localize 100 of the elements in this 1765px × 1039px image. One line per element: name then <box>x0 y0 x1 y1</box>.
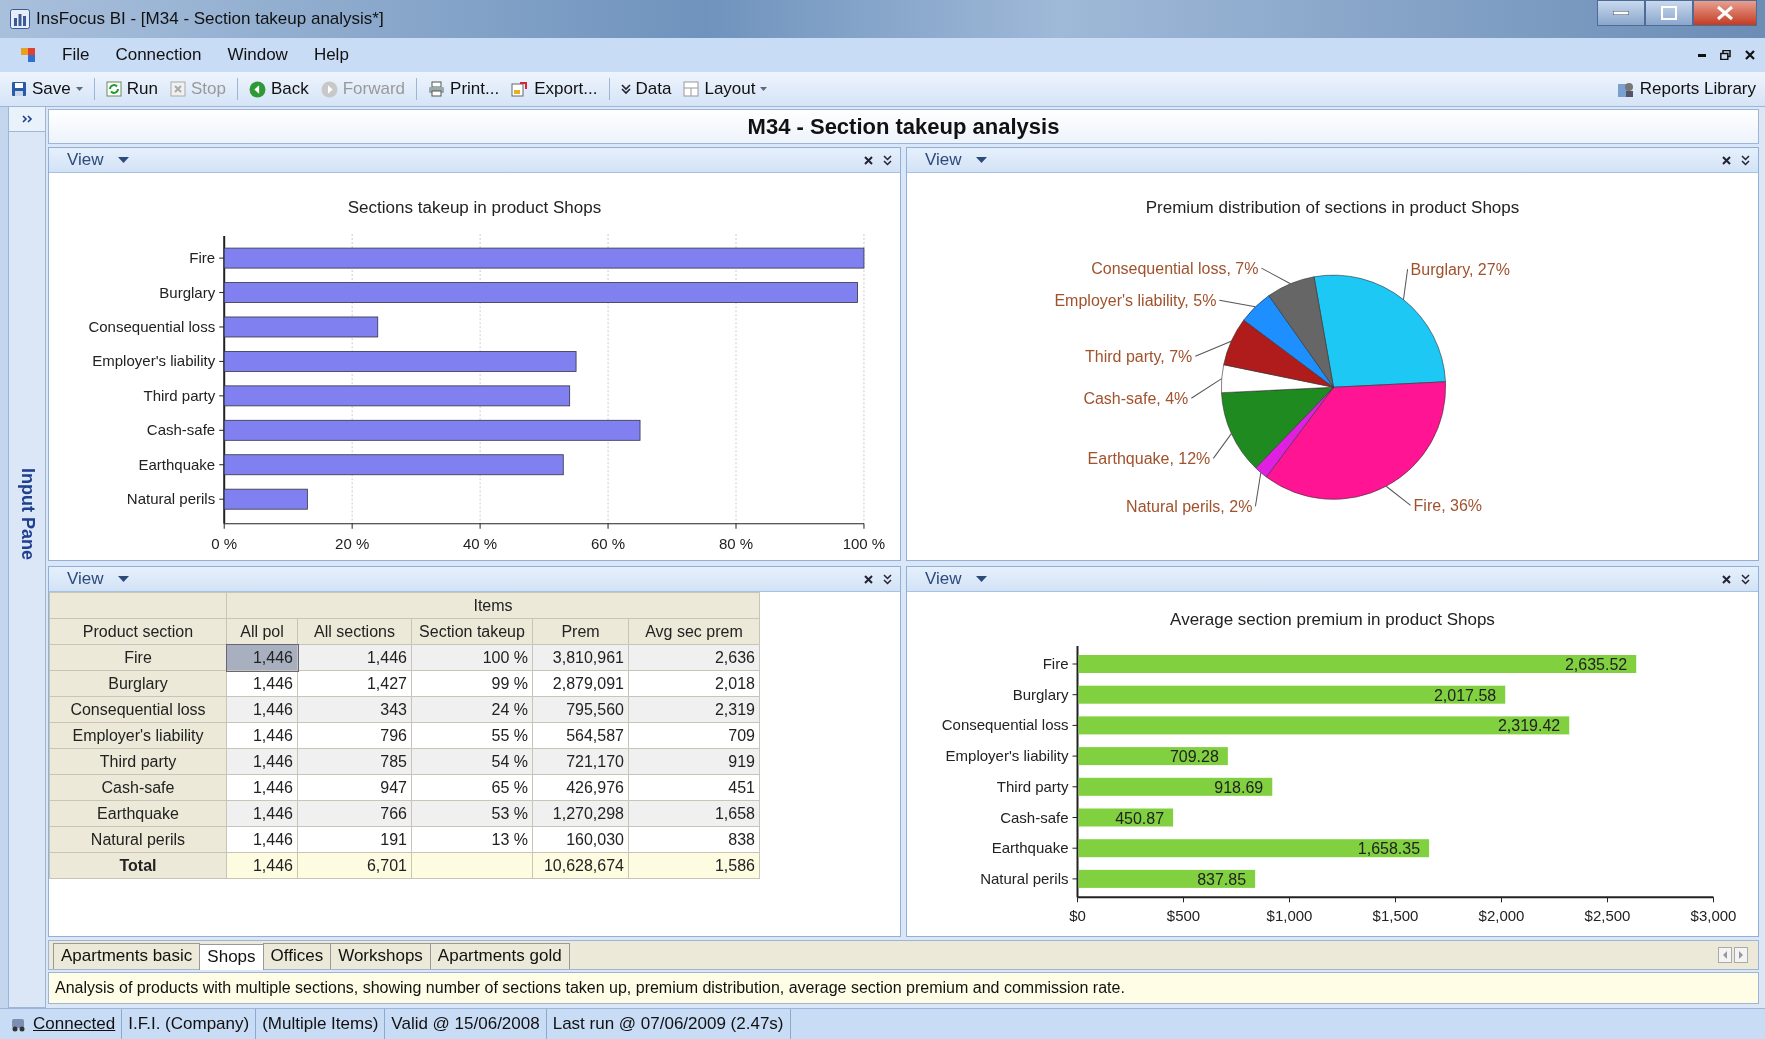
table-cell[interactable]: 65 % <box>411 774 533 801</box>
table-cell[interactable]: 54 % <box>411 748 533 775</box>
scroll-right-icon[interactable] <box>1734 947 1748 963</box>
row-header[interactable]: Cash-safe <box>49 774 227 801</box>
table-cell[interactable]: 13 % <box>411 826 533 853</box>
tab[interactable]: Shops <box>199 944 264 970</box>
table-cell[interactable]: 766 <box>297 800 412 827</box>
table-cell[interactable]: 795,560 <box>532 696 629 723</box>
table-cell[interactable]: 796 <box>297 722 412 749</box>
menu-item[interactable]: Window <box>227 45 288 65</box>
table-cell[interactable]: 53 % <box>411 800 533 827</box>
column-header[interactable]: Product section <box>49 618 227 645</box>
dropdown-caret-icon[interactable] <box>117 576 129 582</box>
toolbar-button[interactable]: Export... <box>510 77 599 101</box>
table-cell[interactable]: 3,810,961 <box>532 644 629 671</box>
table-cell[interactable]: 99 % <box>411 670 533 697</box>
pane-label[interactable]: Input Pane <box>16 468 38 560</box>
table-cell[interactable]: 1,658 <box>628 800 760 827</box>
column-header[interactable]: All pol <box>226 618 298 645</box>
dropdown-caret-icon[interactable] <box>117 157 129 163</box>
toolbar-button[interactable]: Data <box>619 77 673 101</box>
table-cell[interactable]: 160,030 <box>532 826 629 853</box>
row-header[interactable]: Natural perils <box>49 826 227 853</box>
close-icon[interactable] <box>864 155 873 165</box>
row-header[interactable]: Earthquake <box>49 800 227 827</box>
close-icon[interactable] <box>1745 50 1755 60</box>
row-header[interactable]: Burglary <box>49 670 227 697</box>
table-cell[interactable]: 426,976 <box>532 774 629 801</box>
table-cell[interactable]: 2,018 <box>628 670 760 697</box>
dropdown-caret-icon[interactable] <box>975 157 987 163</box>
chevron-down-icon[interactable] <box>1741 573 1750 585</box>
table-cell[interactable]: 1,446 <box>226 826 298 853</box>
view-menu[interactable]: View <box>67 569 129 589</box>
table-cell[interactable]: 1,427 <box>297 670 412 697</box>
table-cell[interactable]: 1,446 <box>226 670 298 697</box>
table-cell[interactable]: 100 % <box>411 644 533 671</box>
row-header[interactable]: Consequential loss <box>49 696 227 723</box>
dropdown-caret-icon[interactable] <box>75 86 83 92</box>
column-header[interactable]: Section takeup <box>411 618 533 645</box>
column-header[interactable]: Prem <box>532 618 629 645</box>
maximize-button[interactable] <box>1645 0 1693 26</box>
toolbar-button[interactable]: Back <box>247 77 310 101</box>
tab[interactable]: Apartments gold <box>429 943 570 969</box>
toolbar-button[interactable]: Print... <box>427 77 501 101</box>
table-cell[interactable]: 2,636 <box>628 644 760 671</box>
close-icon[interactable] <box>864 574 873 584</box>
table-cell[interactable]: 1,446 <box>226 696 298 723</box>
chevron-down-icon[interactable] <box>883 573 892 585</box>
table-cell[interactable]: 919 <box>628 748 760 775</box>
table-cell[interactable]: 2,879,091 <box>532 670 629 697</box>
close-icon[interactable] <box>1722 155 1731 165</box>
table-cell[interactable]: 721,170 <box>532 748 629 775</box>
table-cell[interactable]: 947 <box>297 774 412 801</box>
close-icon[interactable] <box>1722 574 1731 584</box>
chevron-down-icon[interactable] <box>1741 154 1750 166</box>
expand-pane-button[interactable] <box>9 107 45 132</box>
table-cell[interactable]: 564,587 <box>532 722 629 749</box>
toolbar-button[interactable]: Layout <box>682 77 769 101</box>
table-cell[interactable]: 343 <box>297 696 412 723</box>
table-cell[interactable]: 1,446 <box>226 800 298 827</box>
table-cell[interactable]: 6,701 <box>297 852 412 879</box>
table-cell[interactable]: 1,446 <box>226 774 298 801</box>
menu-item[interactable]: Connection <box>115 45 202 65</box>
table-cell[interactable]: 838 <box>628 826 760 853</box>
row-header[interactable]: Employer's liability <box>49 722 227 749</box>
connection-link[interactable]: Connected <box>33 1014 116 1034</box>
close-button[interactable] <box>1693 0 1757 26</box>
table-cell[interactable]: 10,628,674 <box>532 852 629 879</box>
column-header[interactable]: Avg sec prem <box>628 618 760 645</box>
scroll-left-icon[interactable] <box>1718 947 1732 963</box>
minimize-icon[interactable] <box>1698 53 1706 57</box>
menu-item[interactable]: Help <box>313 45 349 65</box>
view-menu[interactable]: View <box>925 150 987 170</box>
dropdown-caret-icon[interactable] <box>760 86 768 92</box>
dropdown-caret-icon[interactable] <box>975 576 987 582</box>
table-cell[interactable]: 709 <box>628 722 760 749</box>
row-header[interactable]: Third party <box>49 748 227 775</box>
toolbar-button[interactable]: Save <box>10 77 84 101</box>
table-cell[interactable]: 1,446 <box>226 748 298 775</box>
toolbar-button[interactable]: Run <box>104 77 159 101</box>
table-cell[interactable]: 55 % <box>411 722 533 749</box>
table-cell[interactable]: 1,446 <box>226 644 298 671</box>
table-cell[interactable]: 451 <box>628 774 760 801</box>
row-header[interactable]: Fire <box>49 644 227 671</box>
table-cell[interactable]: 1,586 <box>628 852 760 879</box>
menu-item[interactable]: File <box>62 45 90 65</box>
reports-library-button[interactable]: Reports Library <box>1615 77 1757 101</box>
table-cell[interactable]: 785 <box>297 748 412 775</box>
minimize-button[interactable] <box>1597 0 1645 26</box>
table-cell[interactable]: 1,446 <box>297 644 412 671</box>
table-cell[interactable]: 1,270,298 <box>532 800 629 827</box>
column-header[interactable]: All sections <box>297 618 412 645</box>
table-cell[interactable]: 24 % <box>411 696 533 723</box>
table-cell[interactable]: 1,446 <box>226 852 298 879</box>
view-menu[interactable]: View <box>67 150 129 170</box>
row-header[interactable]: Total <box>49 852 227 879</box>
table-cell[interactable]: 1,446 <box>226 722 298 749</box>
view-menu[interactable]: View <box>925 569 987 589</box>
chevron-down-icon[interactable] <box>883 154 892 166</box>
tab[interactable]: Apartments basic <box>53 943 201 969</box>
